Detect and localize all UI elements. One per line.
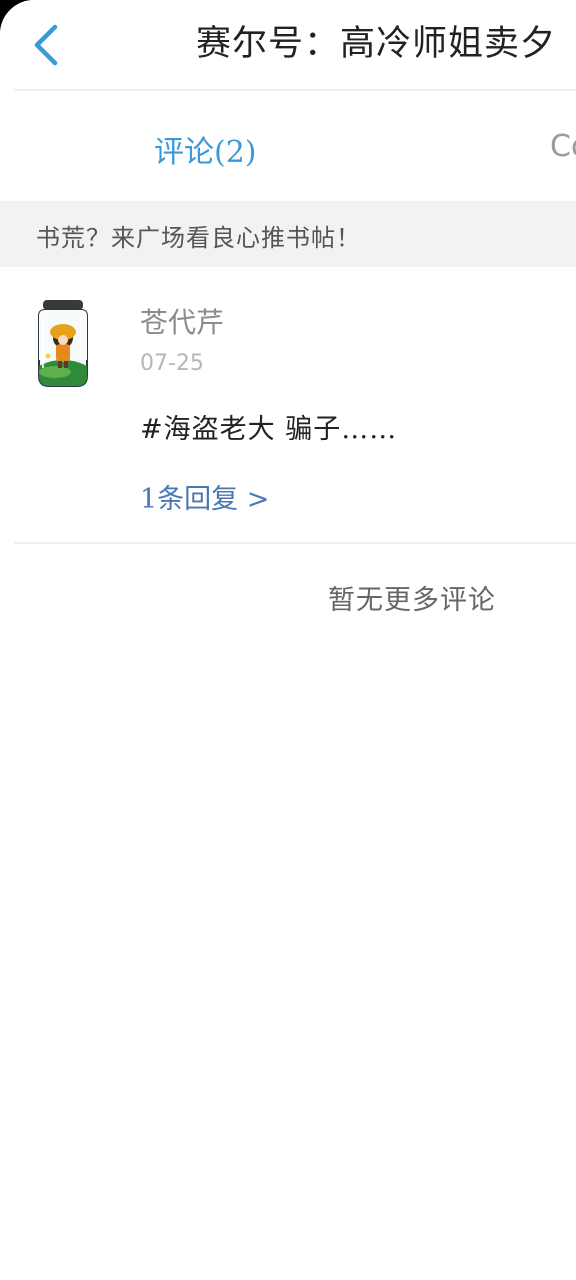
divider (14, 542, 576, 544)
tab-other[interactable]: Co (550, 129, 576, 164)
comment-username[interactable]: 苍代芹 (140, 301, 224, 341)
app-screen: 赛尔号：高冷师姐卖夕 评论(2) Co 书荒？来广场看良心推书帖！ (0, 0, 576, 1280)
banner-text: 书荒？来广场看良心推书帖！ (36, 224, 361, 252)
avatar-jar-icon (38, 300, 88, 387)
page-title: 赛尔号：高冷师姐卖夕 (196, 24, 557, 64)
tab-comments[interactable]: 评论(2) (154, 127, 257, 171)
tab-bar: 评论(2) Co (0, 91, 576, 201)
avatar[interactable] (33, 298, 93, 388)
promo-banner[interactable]: 书荒？来广场看良心推书帖！ (0, 201, 576, 267)
comment-text: #海盗老大 骗子…… (140, 414, 398, 445)
replies-link[interactable]: 1条回复 > (140, 477, 269, 516)
top-bar: 赛尔号：高冷师姐卖夕 (0, 0, 576, 90)
back-button[interactable] (22, 18, 70, 72)
comment-date: 07-25 (140, 351, 204, 376)
comment-item[interactable]: 苍代芹 07-25 #海盗老大 骗子…… 1条回复 > (0, 267, 576, 543)
chevron-left-icon (34, 24, 58, 66)
no-more-comments: 暂无更多评论 (328, 585, 496, 616)
